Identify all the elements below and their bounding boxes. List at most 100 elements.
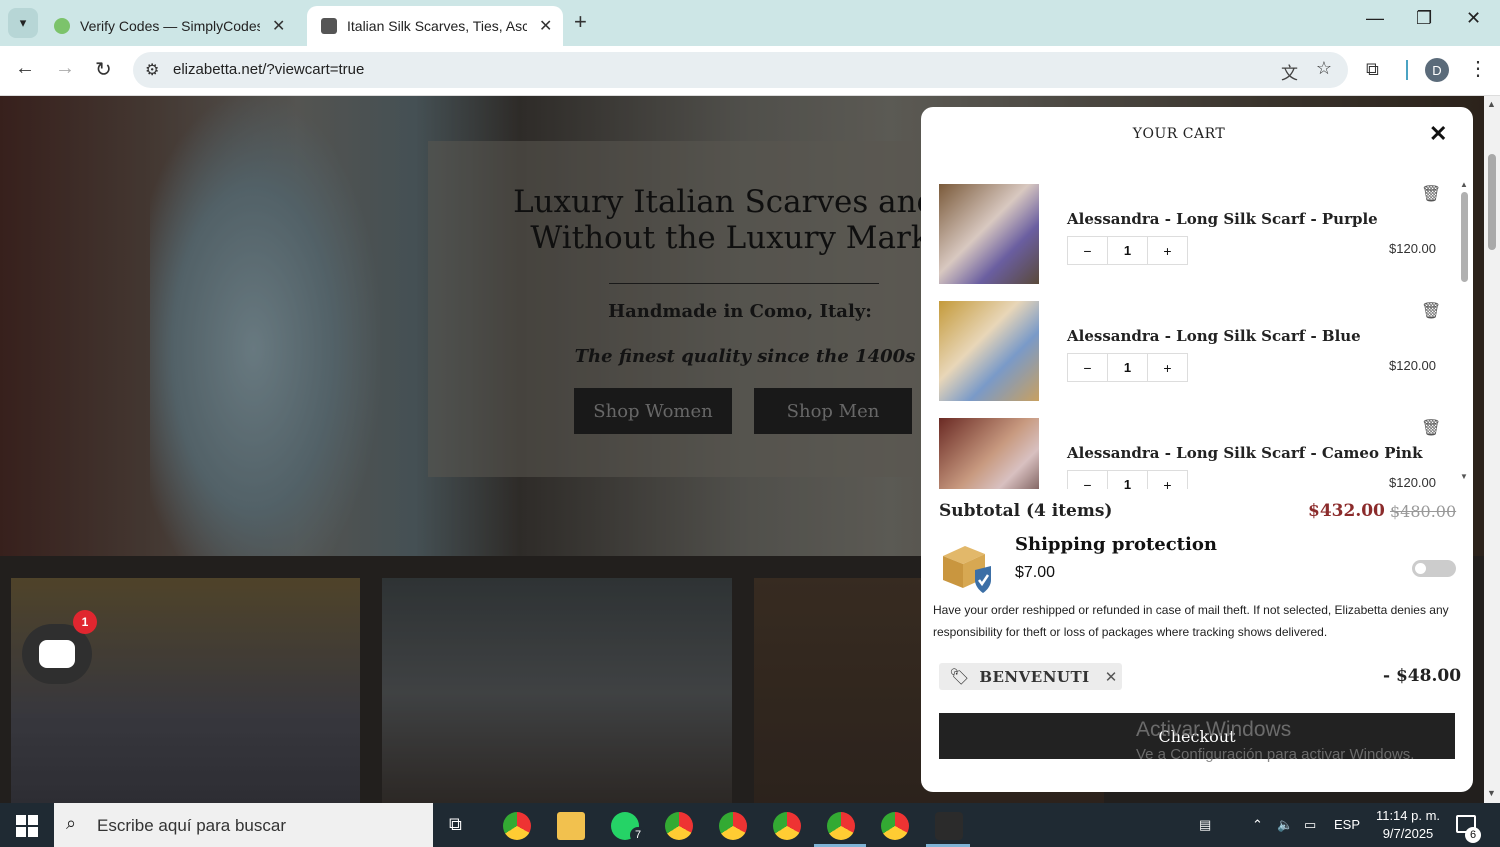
new-tab-icon[interactable]: +	[574, 9, 587, 35]
shipping-protection-box-icon	[943, 546, 991, 593]
restore-icon[interactable]: ❐	[1416, 8, 1432, 29]
cart-item: Alessandra - Long Silk Scarf - Purple 🗑 …	[939, 184, 1459, 284]
chrome-icon[interactable]	[503, 812, 531, 840]
chat-unread-badge: 1	[73, 610, 97, 634]
windows-activation-hint: Ve a Configuración para activar Windows.	[1136, 746, 1415, 763]
network-icon[interactable]: ▭	[1304, 817, 1316, 833]
tab-title: Italian Silk Scarves, Ties, Ascots,	[347, 18, 527, 34]
shipping-protection-price: $7.00	[1015, 564, 1056, 581]
remove-coupon-icon[interactable]: ✕	[1105, 668, 1118, 686]
browser-tab-strip: ▾ Verify Codes — SimplyCodes ✕ Italian S…	[0, 0, 1500, 46]
taskbar-search-placeholder: Escribe aquí para buscar	[97, 816, 286, 835]
trash-icon[interactable]: 🗑	[1421, 418, 1441, 438]
decrease-quantity-button[interactable]: −	[1068, 471, 1107, 490]
close-tab-icon[interactable]: ✕	[539, 16, 552, 36]
chrome-active-icon[interactable]	[827, 812, 855, 840]
back-icon[interactable]: ←	[15, 57, 35, 80]
windows-start-icon[interactable]	[16, 815, 38, 837]
increase-quantity-button[interactable]: +	[1148, 237, 1187, 264]
scrollbar-thumb[interactable]	[1488, 154, 1496, 250]
cart-items-list[interactable]: Alessandra - Long Silk Scarf - Purple 🗑 …	[921, 177, 1473, 489]
scroll-up-icon[interactable]: ▲	[1460, 180, 1468, 189]
reload-icon[interactable]: ↻	[95, 57, 112, 82]
task-view-icon[interactable]: ⧉	[449, 814, 462, 835]
input-language[interactable]: ESP	[1334, 817, 1360, 832]
scroll-down-icon[interactable]: ▼	[1460, 472, 1468, 481]
elizabetta-favicon	[321, 18, 337, 34]
tab-title: Verify Codes — SimplyCodes	[80, 18, 260, 34]
windows-taskbar: ⌕ Escribe aquí para buscar ⧉ 7 ▤ ⌃ 🔈 ▭ E…	[0, 803, 1500, 847]
translate-icon[interactable]: 文	[1281, 59, 1298, 84]
trash-icon[interactable]: 🗑	[1421, 184, 1441, 204]
windows-activation-watermark: Activar Windows	[1136, 718, 1292, 741]
whatsapp-badge: 7	[630, 827, 646, 843]
quantity-stepper: − 1 +	[1067, 470, 1188, 489]
toolbar-divider	[1406, 60, 1408, 80]
quantity-value[interactable]: 1	[1107, 354, 1148, 381]
app-icon[interactable]	[935, 812, 963, 840]
extensions-icon[interactable]: ⧉	[1366, 59, 1379, 80]
menu-kebab-icon[interactable]: ⋮	[1468, 56, 1488, 81]
search-icon: ⌕	[66, 813, 77, 833]
url-text: elizabetta.net/?viewcart=true	[173, 61, 365, 78]
tab-search-button[interactable]: ▾	[8, 8, 38, 38]
notification-count-badge: 6	[1465, 827, 1481, 843]
product-price: $120.00	[1389, 358, 1436, 373]
scroll-down-icon[interactable]: ▼	[1487, 788, 1496, 798]
taskbar-clock[interactable]: 11:14 p. m. 9/7/2025	[1367, 807, 1449, 843]
trash-icon[interactable]: 🗑	[1421, 301, 1441, 321]
simplycodes-favicon	[54, 18, 70, 34]
increase-quantity-button[interactable]: +	[1148, 354, 1187, 381]
quantity-value[interactable]: 1	[1107, 471, 1148, 489]
close-tab-icon[interactable]: ✕	[272, 16, 285, 36]
product-name[interactable]: Alessandra - Long Silk Scarf - Purple	[1067, 210, 1378, 228]
cart-scrollbar-thumb[interactable]	[1461, 192, 1468, 282]
quantity-stepper: − 1 +	[1067, 236, 1188, 265]
applied-coupon-chip: 🏷 BENVENUTI ✕	[939, 663, 1122, 690]
cart-scrollbar[interactable]: ▲ ▼	[1458, 180, 1470, 481]
profile-avatar[interactable]: D	[1425, 58, 1449, 82]
tab-simplycodes[interactable]: Verify Codes — SimplyCodes ✕	[40, 6, 302, 46]
chrome-profile-icon[interactable]	[719, 812, 747, 840]
product-price: $120.00	[1389, 241, 1436, 256]
volume-icon[interactable]: 🔈	[1277, 817, 1293, 833]
bookmark-star-icon[interactable]: ☆	[1316, 58, 1332, 79]
address-bar[interactable]: ⚙ elizabetta.net/?viewcart=true 文 ☆	[133, 52, 1348, 88]
decrease-quantity-button[interactable]: −	[1068, 354, 1107, 381]
decrease-quantity-button[interactable]: −	[1068, 237, 1107, 264]
close-window-icon[interactable]: ✕	[1466, 8, 1481, 29]
toggle-knob	[1415, 563, 1426, 574]
product-image[interactable]	[939, 184, 1039, 284]
chat-bubble-icon	[39, 640, 75, 668]
chrome-profile-icon[interactable]	[665, 812, 693, 840]
browser-toolbar: ← → ↻ ⚙ elizabetta.net/?viewcart=true 文 …	[0, 46, 1500, 96]
product-name[interactable]: Alessandra - Long Silk Scarf - Blue	[1067, 327, 1361, 345]
chrome-profile-icon[interactable]	[881, 812, 909, 840]
minimize-icon[interactable]: —	[1366, 8, 1384, 29]
close-cart-icon[interactable]: ✕	[1429, 121, 1447, 147]
shipping-protection-title: Shipping protection	[1015, 534, 1217, 555]
cart-item: Alessandra - Long Silk Scarf - Blue 🗑 − …	[939, 301, 1459, 401]
page-scrollbar[interactable]: ▲ ▼	[1484, 96, 1500, 803]
cart-item: Alessandra - Long Silk Scarf - Cameo Pin…	[939, 418, 1459, 489]
product-name[interactable]: Alessandra - Long Silk Scarf - Cameo Pin…	[1067, 444, 1422, 462]
forward-icon[interactable]: →	[55, 57, 75, 80]
subtotal-price: $432.00	[1308, 501, 1385, 521]
news-widget-icon[interactable]: ▤	[1199, 817, 1211, 833]
tab-elizabetta[interactable]: Italian Silk Scarves, Ties, Ascots, ✕	[307, 6, 563, 46]
tray-chevron-up-icon[interactable]: ⌃	[1252, 817, 1263, 833]
increase-quantity-button[interactable]: +	[1148, 471, 1187, 490]
taskbar-search-box[interactable]: ⌕ Escribe aquí para buscar	[54, 803, 433, 847]
cart-title: YOUR CART	[1132, 126, 1226, 142]
quantity-value[interactable]: 1	[1107, 237, 1148, 264]
product-image[interactable]	[939, 418, 1039, 489]
product-price: $120.00	[1389, 475, 1436, 489]
cart-drawer: YOUR CART ✕ Alessandra - Long Silk Scarf…	[921, 107, 1473, 792]
scroll-up-icon[interactable]: ▲	[1487, 99, 1496, 109]
shipping-protection-toggle[interactable]	[1412, 560, 1456, 577]
clock-date: 9/7/2025	[1382, 826, 1434, 841]
product-image[interactable]	[939, 301, 1039, 401]
chrome-profile-icon[interactable]	[773, 812, 801, 840]
file-explorer-icon[interactable]	[557, 812, 585, 840]
site-info-icon[interactable]: ⚙	[145, 60, 159, 80]
